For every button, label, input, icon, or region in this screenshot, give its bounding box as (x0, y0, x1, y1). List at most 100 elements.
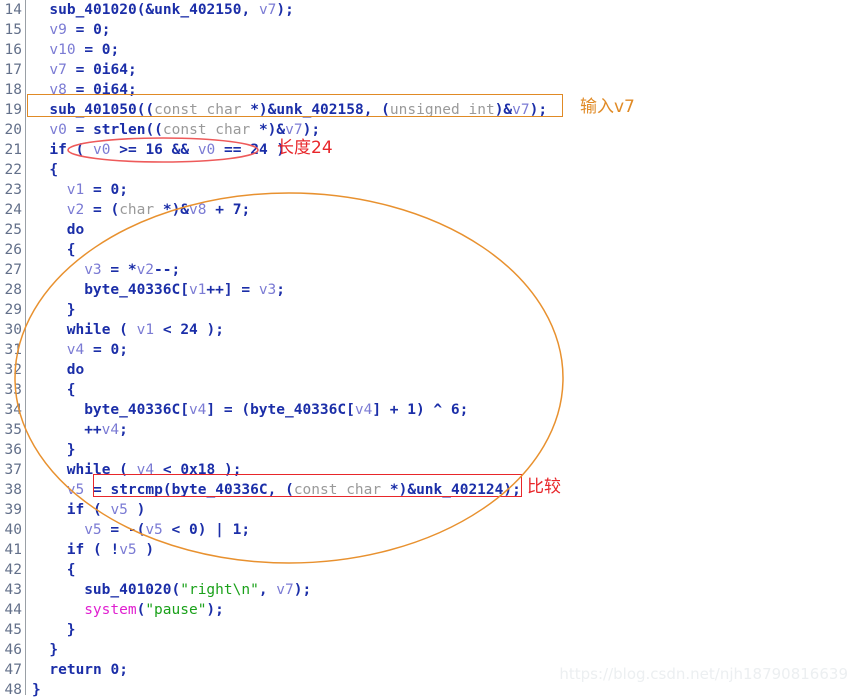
code-token-plain: ; (101, 22, 111, 38)
code-token-plain: , ( (267, 482, 294, 498)
code-line[interactable]: { (67, 560, 76, 580)
code-line[interactable]: { (49, 160, 58, 180)
code-token-var: v1 (136, 322, 155, 338)
code-token-plain: ); (276, 2, 294, 18)
code-line[interactable]: system("pause"); (84, 600, 224, 620)
code-token-plain: ); (206, 602, 224, 618)
code-token-plain: ; (127, 82, 137, 98)
line-number: 33 (4, 382, 22, 398)
code-line[interactable]: v7 = 0i64; (49, 60, 136, 80)
code-token-plain: ; (119, 662, 128, 678)
code-line[interactable]: if ( !v5 ) (67, 540, 154, 560)
line-number: 48 (4, 682, 22, 698)
code-token-num: 0x18 (180, 462, 216, 478)
csdn-watermark: https://blog.csdn.net/njh18790816639 (559, 665, 848, 683)
code-line[interactable]: } (49, 640, 58, 660)
code-token-var: v3 (258, 282, 277, 298)
code-token-plain: ); (293, 582, 312, 598)
code-token-kw: while ( (66, 322, 137, 338)
code-token-var: v4 (101, 422, 120, 438)
code-line[interactable]: v3 = *v2--; (84, 260, 180, 280)
code-line[interactable]: v9 = 0; (49, 20, 110, 40)
code-line[interactable]: if ( v0 >= 16 && v0 == 24 ) (49, 140, 285, 160)
code-line[interactable]: while ( v4 < 0x18 ); (67, 460, 242, 480)
code-line[interactable]: v0 = strlen((const char *)&v7); (49, 120, 320, 140)
code-line[interactable]: { (67, 240, 76, 260)
code-token-plain: ; (110, 42, 120, 58)
code-line[interactable]: sub_401050((const char *)&unk_402158, (u… (49, 100, 547, 120)
code-line[interactable]: } (67, 620, 76, 640)
code-line[interactable]: byte_40336C[v4] = (byte_40336C[v4] + 1) … (84, 400, 468, 420)
code-token-num: 0 (188, 522, 198, 538)
code-line[interactable]: byte_40336C[v1++] = v3; (84, 280, 285, 300)
code-token-plain: } (66, 302, 76, 318)
code-token-kw: if ( (49, 142, 94, 158)
code-token-plain: ( (171, 582, 181, 598)
code-line[interactable]: ++v4; (84, 420, 128, 440)
code-token-cast: char (119, 202, 163, 218)
code-line[interactable]: } (32, 680, 41, 700)
code-line[interactable]: return 0; (49, 660, 128, 680)
code-token-plain: ; (127, 62, 137, 78)
code-token-var: v8 (189, 202, 207, 218)
line-number: 24 (4, 202, 22, 218)
code-token-plain: } (49, 642, 59, 658)
code-line[interactable]: v5 = strcmp(byte_40336C, (const char *)&… (67, 480, 521, 500)
code-token-plain: = (84, 482, 111, 498)
code-token-var: v0 (197, 142, 216, 158)
code-token-plain: ++] = (206, 282, 259, 298)
code-token-plain: < (154, 462, 181, 478)
code-token-plain: = (66, 62, 94, 78)
code-token-plain: *)& (250, 102, 277, 118)
code-token-sys: system (84, 602, 137, 618)
pseudocode-view[interactable]: 14 15 16 17 18 19 20 21 22 23 24 25 26 27 28 29 30 31 32 33… (0, 0, 854, 698)
code-token-plain: = (66, 122, 94, 138)
code-token-fn: byte_40336C (84, 282, 181, 298)
code-token-var: v4 (136, 462, 155, 478)
code-token-fn: sub_401050 (49, 102, 137, 118)
code-token-plain: = * (101, 262, 137, 278)
code-line[interactable]: v2 = (char *)&v8 + 7; (67, 200, 250, 220)
code-line[interactable]: v1 = 0; (67, 180, 128, 200)
code-line[interactable]: if ( v5 ) (67, 500, 146, 520)
code-token-plain: ; (459, 402, 469, 418)
code-token-plain: ); (529, 102, 548, 118)
line-number: 30 (4, 322, 22, 338)
code-token-var: v7 (285, 122, 303, 138)
code-line[interactable]: v4 = 0; (67, 340, 128, 360)
code-token-fn: unk_402124 (416, 482, 504, 498)
line-number: 35 (4, 422, 22, 438)
code-line[interactable]: } (67, 440, 76, 460)
code-token-num: 0 (101, 42, 111, 58)
code-line[interactable]: { (67, 380, 76, 400)
code-token-var: v5 (110, 502, 128, 518)
code-token-plain: } (66, 622, 76, 638)
code-token-var: v3 (84, 262, 102, 278)
code-token-fn: byte_40336C (250, 402, 347, 418)
code-token-var: v2 (66, 202, 85, 218)
code-line[interactable]: } (67, 300, 76, 320)
line-number: 38 (4, 482, 22, 498)
code-line[interactable]: sub_401020(&unk_402150, v7); (49, 0, 294, 20)
code-token-plain: ); (197, 322, 224, 338)
code-token-plain: && (162, 142, 198, 158)
code-token-kw: if ( ! (66, 542, 120, 558)
code-token-var: v2 (136, 262, 155, 278)
code-token-var: v9 (49, 22, 67, 38)
code-token-var: v1 (188, 282, 207, 298)
line-number: 20 (4, 122, 22, 138)
code-token-var: v0 (93, 142, 111, 158)
code-token-plain: *)& (162, 202, 190, 218)
line-number: 37 (4, 462, 22, 478)
line-number: 21 (4, 142, 22, 158)
code-token-fn: byte_40336C (171, 482, 268, 498)
code-line[interactable]: while ( v1 < 24 ); (67, 320, 224, 340)
code-line[interactable]: sub_401020("right\n", v7); (84, 580, 311, 600)
code-line[interactable]: do (67, 220, 84, 240)
code-token-plain: ; (119, 422, 128, 438)
code-line[interactable]: do (67, 360, 84, 380)
code-line[interactable]: v10 = 0; (49, 40, 119, 60)
code-token-var: v5 (145, 522, 163, 538)
code-line[interactable]: v8 = 0i64; (49, 80, 136, 100)
code-line[interactable]: v5 = -(v5 < 0) | 1; (84, 520, 250, 540)
